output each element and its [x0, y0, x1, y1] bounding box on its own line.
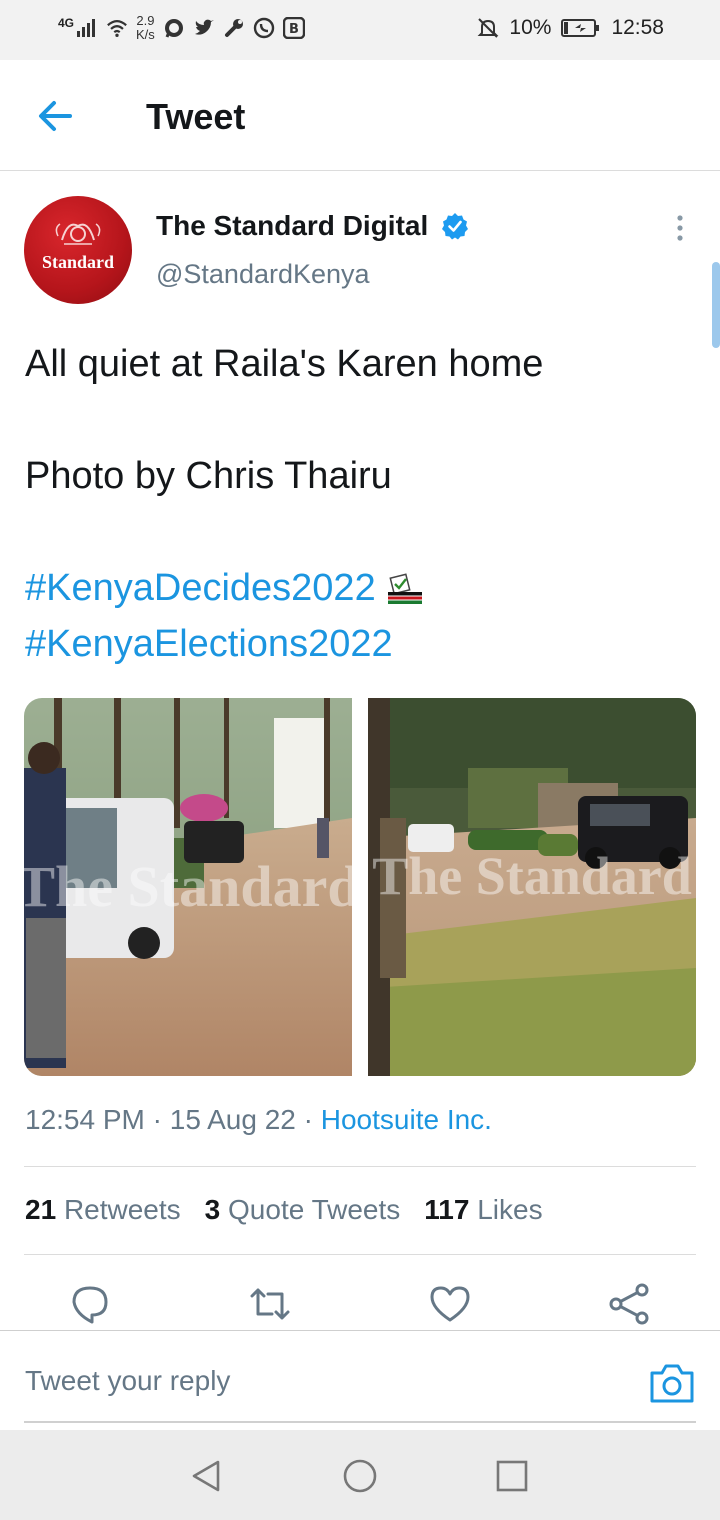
- watermark: The Standard: [372, 846, 692, 906]
- status-left: 4G 2.9 K/s B: [58, 14, 305, 42]
- tweet-text: All quiet at Raila's Karen home Photo by…: [25, 336, 705, 672]
- tweet-photo-1[interactable]: The Standard: [24, 698, 352, 1076]
- whatsapp-icon-2: [253, 17, 275, 39]
- battery-icon: [561, 19, 600, 37]
- reply-underline: [24, 1421, 696, 1423]
- tweet-date: 15 Aug 22: [169, 1104, 296, 1135]
- author-name[interactable]: The Standard Digital: [156, 210, 428, 242]
- tweet-text-line: Photo by Chris Thairu: [25, 455, 392, 497]
- camera-icon[interactable]: [648, 1361, 696, 1405]
- system-nav-bar: [0, 1430, 720, 1520]
- source-app-link[interactable]: Hootsuite Inc.: [321, 1104, 492, 1135]
- divider: [24, 1254, 696, 1255]
- retweets-stat[interactable]: 21 Retweets: [25, 1194, 181, 1226]
- reply-input[interactable]: Tweet your reply: [25, 1365, 230, 1397]
- share-icon[interactable]: [608, 1282, 652, 1326]
- nav-back-icon[interactable]: [188, 1458, 224, 1494]
- tweet-photo-2[interactable]: The Standard: [368, 698, 696, 1076]
- network-label: 4G: [58, 16, 75, 30]
- photo-parked-vehicles: The Standard: [368, 698, 696, 1076]
- hashtag-line: #KenyaDecides2022: [25, 560, 705, 616]
- meta-separator: ·: [303, 1104, 313, 1135]
- author-handle[interactable]: @StandardKenya: [156, 259, 370, 290]
- network-speed: 2.9 K/s: [136, 13, 155, 42]
- header: Tweet: [0, 60, 720, 171]
- quote-tweets-stat[interactable]: 3 Quote Tweets: [205, 1194, 401, 1226]
- watermark: The Standard: [24, 854, 352, 919]
- back-arrow-icon[interactable]: [30, 90, 82, 142]
- app-notification-icon: B: [282, 17, 305, 39]
- bell-off-icon: [477, 18, 499, 38]
- avatar-logo-text: Standard: [41, 252, 115, 272]
- tweet-text-line: All quiet at Raila's Karen home: [25, 343, 544, 385]
- action-bar: [0, 1270, 720, 1330]
- divider: [24, 1166, 696, 1167]
- photo-driveway-road: The Standard: [24, 698, 352, 1076]
- tweet-spacer: [25, 392, 705, 448]
- tweet-metadata: 12:54 PM · 15 Aug 22 · Hootsuite Inc.: [25, 1104, 492, 1136]
- more-options-icon[interactable]: [668, 212, 692, 244]
- twitter-icon: [194, 19, 214, 35]
- retweet-icon[interactable]: [248, 1282, 292, 1326]
- scroll-indicator[interactable]: [712, 262, 720, 348]
- signal-icon: [77, 19, 96, 37]
- whatsapp-icon: [164, 19, 183, 38]
- hashtag-link[interactable]: #KenyaElections2022: [25, 623, 393, 665]
- tweet-time: 12:54 PM: [25, 1104, 145, 1135]
- ballot-box-icon: [387, 573, 422, 604]
- likes-stat[interactable]: 117 Likes: [424, 1194, 542, 1226]
- like-icon[interactable]: [428, 1282, 472, 1326]
- page-title: Tweet: [146, 96, 246, 137]
- clock: 12:58: [611, 16, 664, 39]
- avatar[interactable]: Standard: [24, 196, 132, 304]
- nav-recents-icon[interactable]: [494, 1458, 530, 1494]
- reply-icon[interactable]: [68, 1282, 112, 1326]
- tweet-spacer: [25, 504, 705, 560]
- battery-percent: 10%: [509, 16, 552, 39]
- coat-of-arms-icon: [55, 223, 101, 245]
- reply-composer: Tweet your reply: [0, 1330, 720, 1431]
- svg-text:B: B: [289, 22, 299, 37]
- status-bar: 4G 2.9 K/s B 10% 12:58: [0, 0, 720, 60]
- hashtag-link[interactable]: #KenyaDecides2022: [25, 567, 376, 609]
- verified-badge-icon: [442, 213, 468, 240]
- wifi-icon: [107, 20, 127, 37]
- wrench-icon: [224, 19, 243, 37]
- meta-separator: ·: [152, 1104, 162, 1135]
- engagement-stats: 21 Retweets 3 Quote Tweets 117 Likes: [25, 1194, 543, 1226]
- status-right: 10% 12:58: [477, 16, 664, 40]
- hashtag-line: #KenyaElections2022: [25, 616, 705, 672]
- nav-home-icon[interactable]: [342, 1458, 378, 1494]
